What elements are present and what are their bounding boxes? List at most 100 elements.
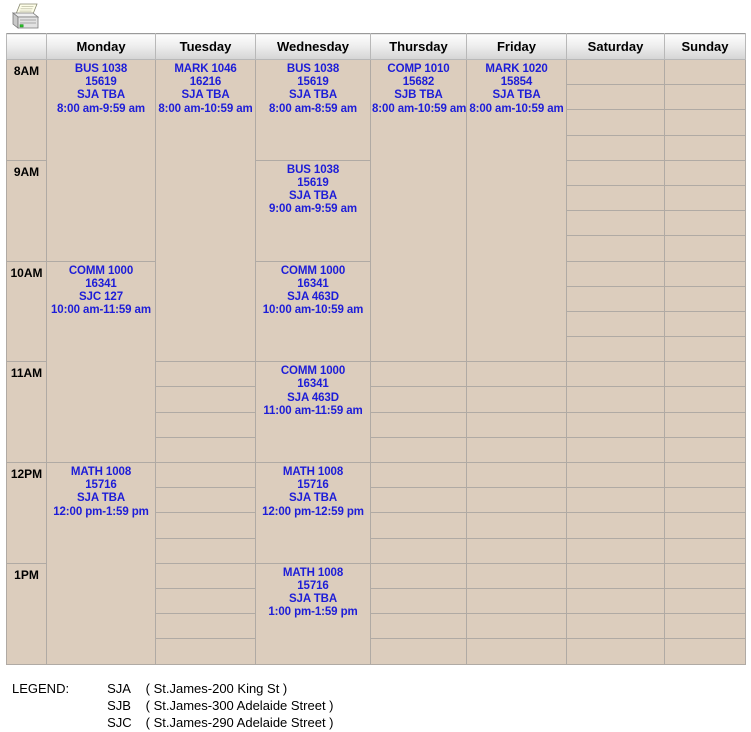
empty-slot-fri[interactable] <box>466 587 567 615</box>
event-mon-8am[interactable]: BUS 1038 15619 SJA TBA 8:00 am-9:59 am <box>46 59 156 262</box>
empty-slot-fri[interactable] <box>466 386 567 413</box>
empty-slot-sat[interactable] <box>566 587 665 615</box>
empty-slot-sun[interactable] <box>664 210 746 237</box>
empty-slot-sun[interactable] <box>664 235 746 262</box>
empty-slot-tue[interactable] <box>155 562 256 589</box>
event-crn: 16216 <box>189 76 222 89</box>
empty-slot-sat[interactable] <box>566 386 665 413</box>
empty-slot-thu[interactable] <box>370 537 467 564</box>
empty-slot-sat[interactable] <box>566 235 665 262</box>
event-wed-12pm[interactable]: MATH 1008 15716 SJA TBA 12:00 pm-12:59 p… <box>255 462 371 564</box>
event-wed-10am[interactable]: COMM 1000 16341 SJA 463D 10:00 am-10:59 … <box>255 260 371 363</box>
event-mon-10am[interactable]: COMM 1000 16341 SJC 127 10:00 am-11:59 a… <box>46 260 156 463</box>
empty-slot-sat[interactable] <box>566 210 665 237</box>
empty-slot-thu[interactable] <box>370 487 467 514</box>
empty-slot-fri[interactable] <box>466 436 567 464</box>
empty-slot-sat[interactable] <box>566 285 665 312</box>
empty-slot-sun[interactable] <box>664 109 746 136</box>
empty-slot-sat[interactable] <box>566 184 665 212</box>
empty-slot-tue[interactable] <box>155 487 256 514</box>
empty-slot-sat[interactable] <box>566 411 665 438</box>
empty-slot-thu[interactable] <box>370 587 467 615</box>
empty-slot-thu[interactable] <box>370 386 467 413</box>
empty-slot-sun[interactable] <box>664 487 746 514</box>
event-time: 9:00 am-9:59 am <box>269 203 357 216</box>
empty-slot-tue[interactable] <box>155 411 256 438</box>
empty-slot-thu[interactable] <box>370 361 467 388</box>
empty-slot-sun[interactable] <box>664 285 746 312</box>
empty-slot-sat[interactable] <box>566 361 665 388</box>
empty-slot-sat[interactable] <box>566 638 665 665</box>
empty-slot-sat[interactable] <box>566 512 665 539</box>
event-thu-8am[interactable]: COMP 1010 15682 SJB TBA 8:00 am-10:59 am <box>370 58 467 363</box>
printer-icon[interactable] <box>7 3 41 31</box>
event-wed-1pm[interactable]: MATH 1008 15716 SJA TBA 1:00 pm-1:59 pm <box>255 562 371 665</box>
empty-slot-sun[interactable] <box>664 336 746 363</box>
empty-slot-sat[interactable] <box>566 336 665 363</box>
empty-slot-sat[interactable] <box>566 310 665 338</box>
empty-slot-sat[interactable] <box>566 109 665 136</box>
empty-slot-sat[interactable] <box>566 134 665 161</box>
empty-slot-fri[interactable] <box>466 613 567 640</box>
empty-slot-fri[interactable] <box>466 461 567 489</box>
empty-slot-sun[interactable] <box>664 436 746 464</box>
empty-slot-thu[interactable] <box>370 436 467 464</box>
empty-slot-fri[interactable] <box>466 638 567 665</box>
empty-slot-sun[interactable] <box>664 184 746 212</box>
empty-slot-sun[interactable] <box>664 537 746 564</box>
empty-slot-thu[interactable] <box>370 638 467 665</box>
empty-slot-fri[interactable] <box>466 562 567 589</box>
empty-slot-tue[interactable] <box>155 587 256 615</box>
empty-slot-sat[interactable] <box>566 260 665 287</box>
event-wed-11am[interactable]: COMM 1000 16341 SJA 463D 11:00 am-11:59 … <box>255 361 371 463</box>
empty-slot-tue[interactable] <box>155 461 256 489</box>
empty-slot-sun[interactable] <box>664 562 746 589</box>
empty-slot-tue[interactable] <box>155 638 256 665</box>
empty-slot-sat[interactable] <box>566 537 665 564</box>
empty-slot-sun[interactable] <box>664 587 746 615</box>
event-tue-8am[interactable]: MARK 1046 16216 SJA TBA 8:00 am-10:59 am <box>155 58 256 363</box>
empty-slot-sat[interactable] <box>566 487 665 514</box>
empty-slot-sat[interactable] <box>566 436 665 464</box>
empty-slot-sun[interactable] <box>664 512 746 539</box>
empty-slot-sun[interactable] <box>664 58 746 86</box>
empty-slot-sun[interactable] <box>664 386 746 413</box>
empty-slot-sat[interactable] <box>566 461 665 489</box>
empty-slot-sat[interactable] <box>566 562 665 589</box>
empty-slot-sun[interactable] <box>664 411 746 438</box>
empty-slot-sun[interactable] <box>664 134 746 161</box>
empty-slot-sun[interactable] <box>664 461 746 489</box>
empty-slot-tue[interactable] <box>155 361 256 388</box>
event-wed-9am[interactable]: BUS 1038 15619 SJA TBA 9:00 am-9:59 am <box>255 159 371 262</box>
empty-slot-fri[interactable] <box>466 411 567 438</box>
empty-slot-sun[interactable] <box>664 84 746 111</box>
empty-slot-tue[interactable] <box>155 386 256 413</box>
empty-slot-sun[interactable] <box>664 159 746 186</box>
empty-slot-tue[interactable] <box>155 436 256 464</box>
empty-slot-sat[interactable] <box>566 613 665 640</box>
empty-slot-thu[interactable] <box>370 461 467 489</box>
empty-slot-thu[interactable] <box>370 512 467 539</box>
empty-slot-tue[interactable] <box>155 537 256 564</box>
empty-slot-thu[interactable] <box>370 411 467 438</box>
empty-slot-fri[interactable] <box>466 487 567 514</box>
event-fri-8am[interactable]: MARK 1020 15854 SJA TBA 8:00 am-10:59 am <box>466 58 567 363</box>
empty-slot-sun[interactable] <box>664 361 746 388</box>
empty-slot-sun[interactable] <box>664 613 746 640</box>
empty-slot-thu[interactable] <box>370 613 467 640</box>
empty-slot-sat[interactable] <box>566 159 665 186</box>
empty-slot-fri[interactable] <box>466 512 567 539</box>
legend-row: SJB ( St.James-300 Adelaide Street ) <box>12 698 333 715</box>
empty-slot-thu[interactable] <box>370 562 467 589</box>
empty-slot-sat[interactable] <box>566 58 665 86</box>
empty-slot-sun[interactable] <box>664 310 746 338</box>
empty-slot-sat[interactable] <box>566 84 665 111</box>
empty-slot-tue[interactable] <box>155 512 256 539</box>
empty-slot-sun[interactable] <box>664 638 746 665</box>
event-wed-8am[interactable]: BUS 1038 15619 SJA TBA 8:00 am-8:59 am <box>255 59 371 161</box>
event-mon-12pm[interactable]: MATH 1008 15716 SJA TBA 12:00 pm-1:59 pm <box>46 462 156 665</box>
empty-slot-fri[interactable] <box>466 361 567 388</box>
empty-slot-sun[interactable] <box>664 260 746 287</box>
empty-slot-tue[interactable] <box>155 613 256 640</box>
empty-slot-fri[interactable] <box>466 537 567 564</box>
